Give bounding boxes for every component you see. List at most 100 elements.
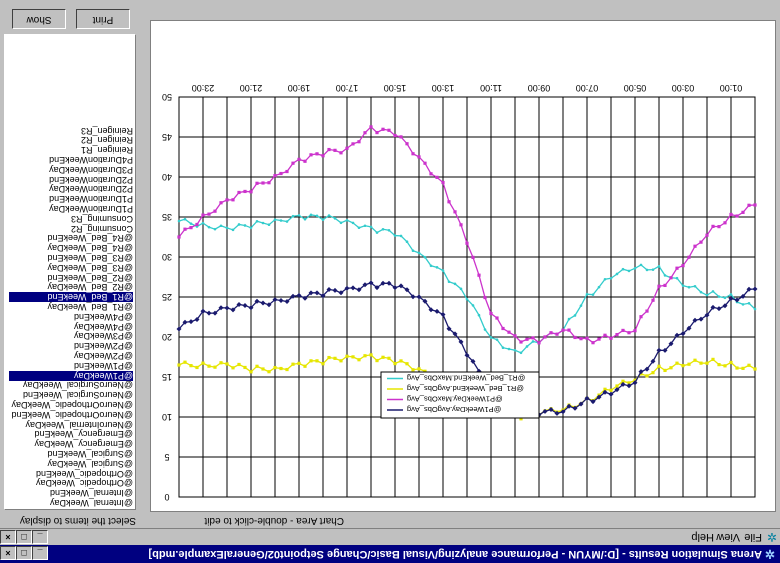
list-item[interactable]: P1DurationWeekEnd bbox=[9, 194, 133, 204]
data-point bbox=[321, 362, 325, 366]
data-point bbox=[519, 351, 523, 355]
data-point bbox=[639, 263, 643, 267]
show-button[interactable]: Show bbox=[12, 9, 66, 29]
list-item[interactable]: @Surgical_WeekEnd bbox=[9, 449, 133, 459]
list-item[interactable]: P3DurationWeekDay bbox=[9, 165, 133, 175]
data-point bbox=[519, 340, 523, 344]
list-item[interactable]: P1DurationWeekDay bbox=[9, 204, 133, 214]
list-item[interactable]: @R1_Bed_WeekDay bbox=[9, 302, 133, 312]
list-item[interactable]: @Orthopedic_WeekEnd bbox=[9, 469, 133, 479]
data-point bbox=[687, 255, 691, 259]
menu-view[interactable]: View bbox=[716, 530, 740, 544]
list-item[interactable]: Reinigen_R2 bbox=[9, 135, 133, 145]
y-tick-label: 25 bbox=[162, 292, 172, 302]
data-point bbox=[189, 222, 193, 225]
data-point bbox=[555, 332, 559, 336]
data-point bbox=[513, 348, 517, 352]
data-point bbox=[747, 301, 751, 305]
data-point bbox=[705, 361, 709, 365]
data-point bbox=[225, 362, 229, 366]
data-point bbox=[375, 130, 379, 135]
list-item[interactable]: @Emergency_WeekEnd bbox=[9, 429, 133, 439]
list-item[interactable]: @Surgical_WeekDay bbox=[9, 459, 133, 469]
items-listbox[interactable]: @Internal_WeekDay @Internal_WeekEnd @Ortho… bbox=[4, 34, 136, 510]
data-point bbox=[753, 307, 757, 311]
list-item[interactable]: @R4_Bed_WeekDay bbox=[9, 243, 133, 253]
list-item[interactable]: @NeuroInternal_WeekDay bbox=[9, 420, 133, 430]
minimize-button[interactable]: _ bbox=[32, 546, 48, 560]
list-item[interactable]: @NeuroOrthopedic_WeekDay bbox=[9, 400, 133, 410]
list-item[interactable]: P2DurationWeekEnd bbox=[9, 175, 133, 185]
data-point bbox=[291, 362, 295, 366]
data-point bbox=[693, 284, 697, 288]
data-point bbox=[747, 363, 751, 367]
data-point bbox=[243, 189, 247, 194]
data-point bbox=[231, 228, 235, 232]
data-point bbox=[501, 326, 505, 331]
maximize-button[interactable]: □ bbox=[16, 546, 32, 560]
data-point bbox=[543, 335, 547, 339]
y-tick-label: 0 bbox=[164, 492, 169, 502]
line-chart[interactable]: 0 5 10 15 20 25 30 35 40 45 50 01:00 03:00 05:00 07:00… bbox=[151, 21, 775, 511]
list-item[interactable]: @R2_Bed_WeekEnd bbox=[9, 273, 133, 283]
list-item[interactable]: @R1_Bed_WeekEnd bbox=[9, 292, 133, 303]
list-item[interactable]: @P1WeekDay bbox=[9, 370, 133, 381]
list-item[interactable]: Consuming_R3 bbox=[9, 214, 133, 224]
list-item[interactable]: @P4WeekEnd bbox=[9, 312, 133, 322]
list-item[interactable]: @R2_Bed_WeekDay bbox=[9, 282, 133, 292]
list-item[interactable]: @R3_Bed_WeekDay bbox=[9, 263, 133, 273]
data-point bbox=[495, 338, 499, 341]
list-item[interactable]: P4DurationWeekEnd bbox=[9, 155, 133, 165]
list-item[interactable]: @R4_Bed_WeekEnd bbox=[9, 233, 133, 243]
list-item[interactable]: @R3_Bed_WeekEnd bbox=[9, 253, 133, 263]
list-item[interactable]: Consuming_R2 bbox=[9, 224, 133, 234]
data-point bbox=[363, 354, 367, 358]
doc-close-button[interactable]: × bbox=[0, 530, 16, 544]
y-tick-label: 40 bbox=[162, 172, 172, 182]
data-point bbox=[369, 225, 373, 229]
data-point bbox=[585, 336, 589, 340]
data-point bbox=[321, 218, 325, 222]
list-item[interactable]: @NeuroSurgical_WeekEnd bbox=[9, 390, 133, 400]
data-point bbox=[201, 361, 205, 365]
data-point bbox=[213, 365, 217, 369]
list-item[interactable]: Reinigen_R3 bbox=[9, 126, 133, 136]
data-point bbox=[189, 364, 193, 368]
list-item[interactable]: @NeuroSurgical_WeekDay bbox=[9, 380, 133, 390]
list-item[interactable]: Reinigen_R1 bbox=[9, 145, 133, 155]
list-item[interactable]: @P3WeekDay bbox=[9, 331, 133, 341]
data-point bbox=[753, 367, 757, 371]
list-item[interactable]: @Emergency_WeekDay bbox=[9, 439, 133, 449]
list-item[interactable]: @P2WeekEnd bbox=[9, 341, 133, 351]
print-button[interactable]: Print bbox=[76, 9, 130, 29]
data-point bbox=[567, 317, 571, 321]
close-button[interactable]: × bbox=[0, 546, 16, 560]
menu-help[interactable]: Help bbox=[691, 530, 714, 544]
data-point bbox=[351, 355, 355, 359]
list-item[interactable]: @P1WeekEnd bbox=[9, 361, 133, 371]
data-point bbox=[261, 181, 265, 185]
menu-file[interactable]: File bbox=[744, 530, 762, 544]
list-item[interactable]: @P4WeekDay bbox=[9, 322, 133, 332]
list-item[interactable]: @Internal_WeekEnd bbox=[9, 488, 133, 498]
list-item[interactable]: @NeuroOrthopedic_WeekEnd bbox=[9, 410, 133, 420]
list-item[interactable]: P2DurationWeekDay bbox=[9, 184, 133, 194]
data-point bbox=[267, 370, 271, 374]
list-item[interactable]: @Orthopedic_WeekDay bbox=[9, 478, 133, 488]
data-point bbox=[693, 358, 697, 362]
doc-restore-button[interactable]: □ bbox=[16, 530, 32, 544]
doc-minimize-button[interactable]: _ bbox=[32, 530, 48, 544]
data-point bbox=[309, 359, 313, 363]
data-point bbox=[309, 153, 313, 157]
data-point bbox=[357, 226, 361, 230]
list-item[interactable]: @Internal_WeekDay bbox=[9, 498, 133, 508]
data-point bbox=[249, 190, 253, 194]
data-point bbox=[573, 314, 577, 317]
data-point bbox=[315, 152, 319, 156]
data-point bbox=[723, 296, 727, 300]
chart-area[interactable]: 0 5 10 15 20 25 30 35 40 45 50 01:00 03:00 05:00 07:00… bbox=[150, 20, 776, 512]
document-icon: ✲ bbox=[766, 530, 777, 544]
list-item[interactable]: @P2WeekDay bbox=[9, 351, 133, 361]
title-bar: ✲ Arena Simulation Results - [D:/MYUN - … bbox=[0, 545, 780, 563]
data-point bbox=[351, 221, 355, 225]
